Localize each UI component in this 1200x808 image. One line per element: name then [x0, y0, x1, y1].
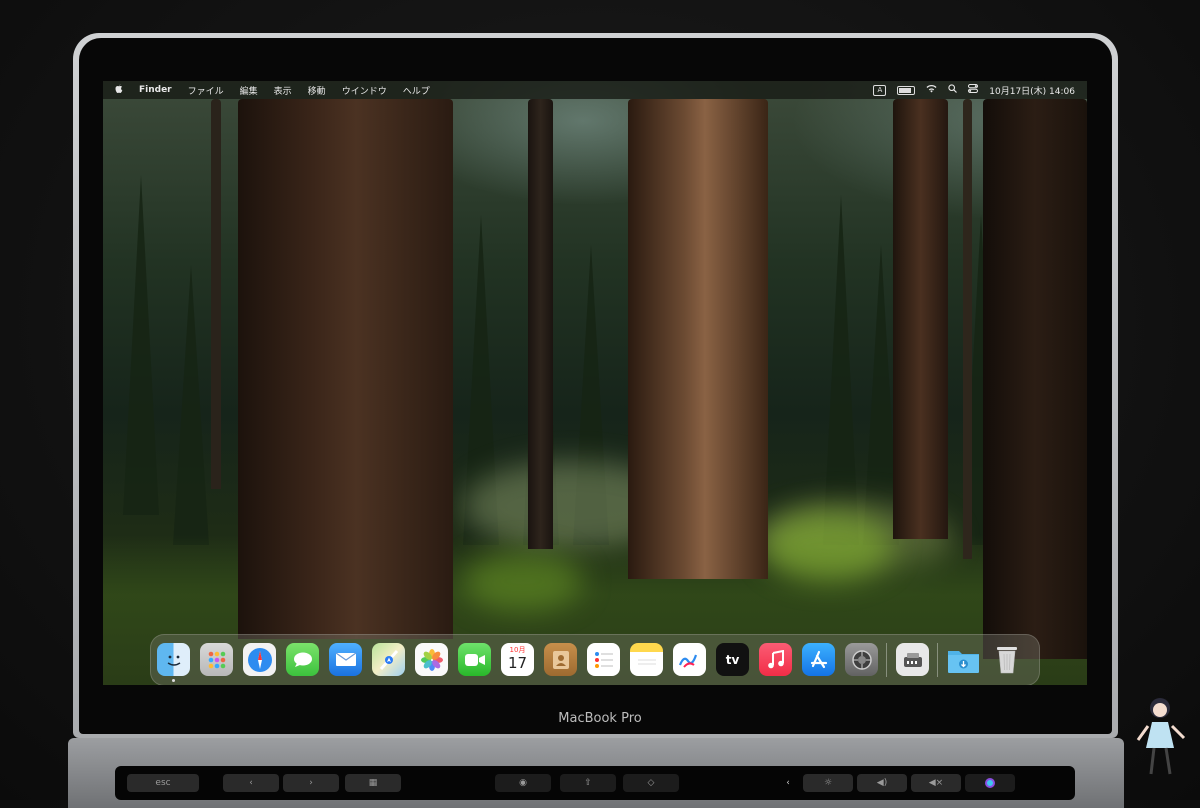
touch-bar: esc ‹ › ▦ ◉ ⇧ ◇ ‹ ☼ ◀) ◀× [115, 766, 1075, 800]
quick-look-icon[interactable]: ◉ [495, 774, 551, 792]
safari-icon[interactable] [243, 643, 276, 676]
brightness-icon[interactable]: ☼ [803, 774, 853, 792]
menu-bar: Finder ファイル 編集 表示 移動 ウインドウ ヘルプ A 10月17日(… [103, 81, 1087, 99]
view-grid-icon[interactable]: ▦ [345, 774, 401, 792]
app-store-icon[interactable] [802, 643, 835, 676]
mail-icon[interactable] [329, 643, 362, 676]
menu-window[interactable]: ウインドウ [334, 84, 395, 97]
sunlit-shrub [763, 511, 893, 581]
sunlit-shrub [463, 551, 583, 611]
pine-tree [173, 265, 209, 545]
tree-trunk [528, 99, 553, 549]
collapse-icon[interactable]: ‹ [779, 774, 797, 792]
trash-icon[interactable] [990, 643, 1023, 676]
tree-trunk [211, 99, 221, 489]
volume-icon[interactable]: ◀) [857, 774, 907, 792]
back-icon[interactable]: ‹ [223, 774, 279, 792]
apple-icon[interactable] [107, 84, 131, 97]
redwood-trunk [628, 99, 768, 579]
calendar-day: 17 [507, 654, 528, 672]
share-icon[interactable]: ⇧ [560, 774, 616, 792]
tv-label: tv [725, 652, 740, 667]
tv-icon[interactable]: tv [716, 643, 749, 676]
tag-icon[interactable]: ◇ [623, 774, 679, 792]
photos-icon[interactable] [415, 643, 448, 676]
battery-icon[interactable] [897, 85, 916, 95]
contacts-icon[interactable] [544, 643, 577, 676]
running-indicator [172, 679, 175, 682]
settings-icon[interactable] [845, 643, 878, 676]
menu-help[interactable]: ヘルプ [395, 84, 438, 97]
freeform-icon[interactable] [673, 643, 706, 676]
menu-finder[interactable]: Finder [131, 85, 180, 95]
utility-icon[interactable] [896, 643, 929, 676]
esc-key[interactable]: esc [127, 774, 199, 792]
character-watermark [1136, 698, 1186, 775]
pine-tree [123, 175, 159, 515]
messages-icon[interactable] [286, 643, 319, 676]
menu-edit[interactable]: 編集 [232, 84, 266, 97]
reminders-icon[interactable] [587, 643, 620, 676]
menu-go[interactable]: 移動 [300, 84, 334, 97]
mute-icon[interactable]: ◀× [911, 774, 961, 792]
notes-icon[interactable] [630, 643, 663, 676]
spotlight-search-icon[interactable] [948, 84, 958, 96]
dock-separator [886, 643, 887, 677]
facetime-icon[interactable] [458, 643, 491, 676]
siri-icon[interactable] [965, 774, 1015, 792]
redwood-trunk [893, 99, 948, 539]
pine-tree [823, 195, 859, 545]
desktop-screen: Finder ファイル 編集 表示 移動 ウインドウ ヘルプ A 10月17日(… [103, 81, 1087, 685]
tree-trunk [963, 99, 972, 559]
downloads-folder-icon[interactable] [947, 643, 980, 676]
menu-clock[interactable]: 10月17日(木) 14:06 [989, 84, 1075, 97]
redwood-trunk [983, 99, 1087, 659]
dock: 10月 17 tv [150, 634, 1040, 685]
input-source-indicator[interactable]: A [873, 84, 887, 96]
device-brand-label: MacBook Pro [558, 711, 642, 726]
dock-separator [937, 643, 938, 677]
menu-view[interactable]: 表示 [266, 84, 300, 97]
launchpad-icon[interactable] [200, 643, 233, 676]
music-icon[interactable] [759, 643, 792, 676]
forward-icon[interactable]: › [283, 774, 339, 792]
wifi-icon[interactable] [926, 84, 937, 96]
menu-file[interactable]: ファイル [180, 84, 232, 97]
finder-icon[interactable] [157, 643, 190, 676]
control-center-icon[interactable] [968, 84, 979, 96]
redwood-trunk [238, 99, 453, 639]
calendar-icon[interactable]: 10月 17 [501, 643, 534, 676]
maps-icon[interactable] [372, 643, 405, 676]
